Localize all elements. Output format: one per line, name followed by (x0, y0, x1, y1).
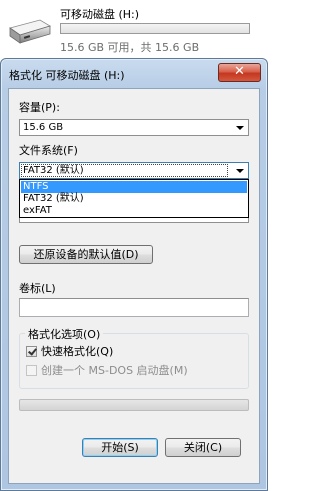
quick-format-row[interactable]: 快速格式化(Q) (26, 345, 113, 359)
dialog-titlebar[interactable]: 格式化 可移动磁盘 (H:) ✕ (1, 59, 267, 89)
restore-defaults-button[interactable]: 还原设备的默认值(D) (19, 245, 153, 264)
format-dialog: 格式化 可移动磁盘 (H:) ✕ 容量(P): 15.6 GB 文件系统(F) … (0, 58, 268, 491)
msdos-startup-checkbox (26, 365, 37, 376)
filesystem-label: 文件系统(F) (19, 144, 78, 157)
drive-space-text: 15.6 GB 可用，共 15.6 GB (60, 41, 200, 54)
dialog-title: 格式化 可移动磁盘 (H:) (9, 69, 125, 82)
drive-tile[interactable]: 可移动磁盘 (H:) 15.6 GB 可用，共 15.6 GB (0, 0, 268, 58)
filesystem-option-fat32[interactable]: FAT32 (默认) (21, 193, 247, 205)
dialog-client: 容量(P): 15.6 GB 文件系统(F) FAT32 (默认) NTFS F… (8, 88, 260, 484)
msdos-startup-label: 创建一个 MS-DOS 启动盘(M) (41, 364, 188, 377)
volume-label-label: 卷标(L) (19, 282, 56, 295)
usb-drive-icon (9, 19, 51, 44)
format-options-group: 格式化选项(O) 快速格式化(Q) 创建一个 MS-DOS 启动盘(M) (19, 326, 249, 389)
capacity-label: 容量(P): (19, 101, 60, 114)
close-button[interactable]: 关闭(C) (165, 438, 241, 457)
msdos-startup-row: 创建一个 MS-DOS 启动盘(M) (26, 364, 188, 378)
format-progress-bar (19, 399, 249, 411)
quick-format-label: 快速格式化(Q) (41, 345, 114, 358)
close-icon: ✕ (234, 64, 245, 79)
quick-format-checkbox[interactable] (26, 346, 37, 357)
filesystem-dropdown-list[interactable]: NTFS FAT32 (默认) exFAT (19, 179, 249, 218)
volume-label-input[interactable] (19, 298, 249, 317)
filesystem-option-ntfs[interactable]: NTFS (21, 181, 247, 193)
capacity-value: 15.6 GB (23, 122, 64, 133)
chevron-down-icon (236, 169, 244, 173)
format-options-title: 格式化选项(O) (25, 326, 104, 342)
drive-usage-bar (60, 23, 250, 34)
focus-rectangle (21, 164, 228, 177)
capacity-select[interactable]: 15.6 GB (19, 119, 249, 136)
chevron-down-icon (236, 126, 244, 130)
close-window-button[interactable]: ✕ (218, 63, 261, 82)
filesystem-select[interactable]: FAT32 (默认) (19, 162, 249, 179)
filesystem-option-exfat[interactable]: exFAT (21, 205, 247, 217)
drive-name: 可移动磁盘 (H:) (60, 8, 140, 21)
start-button[interactable]: 开始(S) (82, 438, 158, 457)
